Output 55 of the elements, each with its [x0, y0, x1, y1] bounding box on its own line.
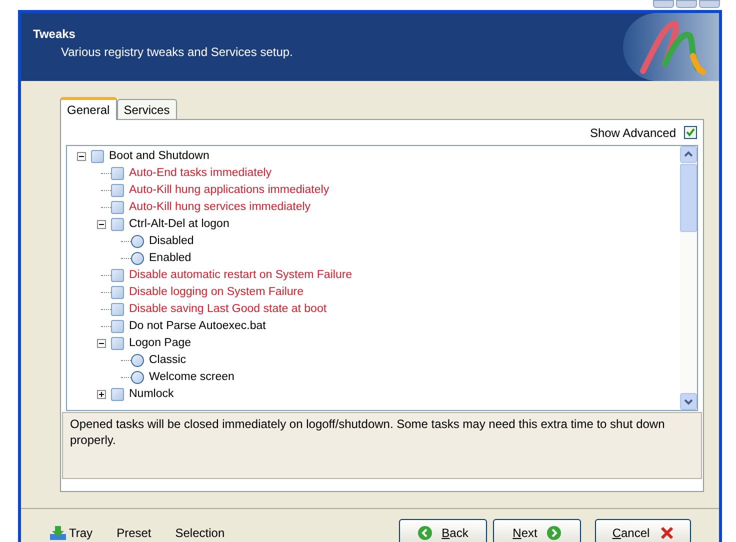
tree-item-label[interactable]: Disabled — [149, 234, 194, 249]
checkbox[interactable] — [111, 303, 124, 316]
tree-item-label[interactable]: Auto-Kill hung services immediately — [129, 200, 311, 215]
radio-button[interactable] — [131, 354, 144, 367]
window-control-icon[interactable] — [676, 0, 697, 8]
close-icon — [660, 526, 674, 540]
checkbox[interactable] — [111, 337, 124, 350]
tree-item-label[interactable]: Ctrl-Alt-Del at logon — [129, 217, 230, 232]
show-advanced-label: Show Advanced — [590, 124, 676, 142]
scroll-thumb[interactable] — [680, 164, 697, 232]
checkbox[interactable] — [111, 388, 124, 401]
checkbox[interactable] — [111, 320, 124, 333]
back-button[interactable]: Back — [399, 519, 487, 542]
footer-link[interactable]: Preset — [116, 524, 152, 542]
page-subtitle: Various registry tweaks and Services setup. — [60, 44, 293, 61]
expand-icon[interactable] — [96, 390, 106, 399]
download-icon — [49, 524, 67, 540]
tree-item-label[interactable]: Auto-End tasks immediately — [129, 166, 272, 181]
tree-item-label[interactable]: Welcome screen — [149, 370, 234, 385]
checkbox[interactable] — [111, 218, 124, 231]
page-title: Tweaks — [33, 26, 76, 43]
tab[interactable]: General — [60, 97, 117, 120]
show-advanced-checkbox[interactable] — [684, 126, 697, 139]
checkbox[interactable] — [111, 286, 124, 299]
collapse-icon[interactable] — [96, 339, 106, 348]
tab[interactable]: Services — [116, 99, 177, 119]
footer-link[interactable]: Selection — [175, 524, 225, 542]
window-control-icon[interactable] — [699, 0, 720, 8]
checkbox[interactable] — [111, 201, 124, 214]
tree-item-label[interactable]: Boot and Shutdown — [109, 149, 210, 164]
tree-item-label[interactable]: Enabled — [149, 251, 192, 266]
checkbox[interactable] — [111, 184, 124, 197]
tree-item-label[interactable]: Disable logging on System Failure — [129, 285, 304, 300]
window-control-icon[interactable] — [653, 0, 674, 8]
tree-item-label[interactable]: Do not Parse Autoexec.bat — [129, 319, 266, 334]
cancel-button[interactable]: Cancel — [595, 519, 691, 542]
description-text: Opened tasks will be closed immediately on logoff/shutdown. Some tasks may need this extra time to shut down properly. — [70, 416, 666, 448]
checkbox[interactable] — [91, 150, 104, 163]
scroll-down-icon[interactable] — [680, 393, 697, 410]
checkbox[interactable] — [111, 269, 124, 282]
radio-button[interactable] — [131, 235, 144, 248]
tree-item-label[interactable]: Numlock — [129, 387, 174, 402]
tree-item-label[interactable]: Classic — [149, 353, 186, 368]
radio-button[interactable] — [131, 371, 144, 384]
next-button[interactable]: Next — [493, 519, 581, 542]
tree-item-label[interactable]: Auto-Kill hung applications immediately — [129, 183, 330, 198]
checkbox[interactable] — [111, 167, 124, 180]
tray-button[interactable]: Tray — [49, 524, 93, 542]
radio-button[interactable] — [131, 252, 144, 265]
tree-item-label[interactable]: Disable automatic restart on System Failure — [129, 268, 352, 283]
tree-item-label[interactable]: Logon Page — [129, 336, 192, 351]
collapse-icon[interactable] — [96, 220, 106, 229]
scroll-up-icon[interactable] — [680, 146, 697, 163]
collapse-icon[interactable] — [76, 152, 86, 161]
tree-item-label[interactable]: Disable saving Last Good state at boot — [129, 302, 327, 317]
